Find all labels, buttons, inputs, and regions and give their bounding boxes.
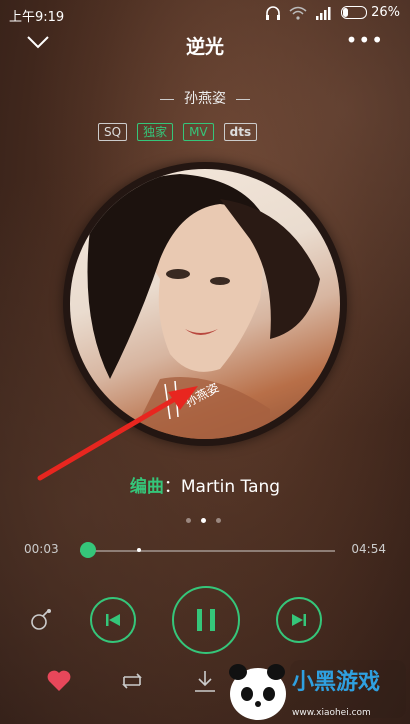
badge-dts: dts: [223, 123, 258, 141]
composer-label: 编曲: [129, 477, 164, 497]
current-time: 00:03: [24, 542, 59, 556]
status-bar: 上午9:19 26%: [0, 0, 410, 28]
badge-exclusive: 独家: [137, 123, 174, 141]
previous-icon: [106, 614, 120, 626]
artist-name-row[interactable]: 孙燕姿: [0, 88, 410, 108]
badge-sq: SQ: [98, 123, 128, 141]
page-dot: [186, 518, 191, 523]
heart-icon[interactable]: [46, 669, 72, 693]
buffer-marker: [137, 548, 141, 552]
dash-right: [236, 98, 250, 100]
header: 逆光 •••: [0, 28, 410, 64]
battery-percent: 26%: [371, 5, 400, 20]
download-icon[interactable]: [192, 669, 218, 695]
headphones-icon: [266, 5, 281, 20]
total-time: 04:54: [351, 542, 386, 556]
pause-icon: [197, 609, 215, 631]
album-art: 孙燕姿: [70, 169, 340, 439]
lyrics-line[interactable]: 编曲：Martin Tang: [0, 472, 410, 497]
page-dot-active: [201, 518, 206, 523]
status-time: 上午9:19: [9, 10, 65, 25]
next-icon: [292, 614, 306, 626]
badge-mv[interactable]: MV: [183, 123, 214, 141]
album-disc[interactable]: 孙燕姿: [63, 162, 347, 446]
battery: 26%: [341, 5, 400, 20]
pause-button[interactable]: [172, 586, 240, 654]
battery-icon: [341, 6, 368, 19]
quality-badges: SQ 独家 MV dts: [98, 123, 258, 141]
more-dots-icon[interactable]: •••: [346, 28, 384, 52]
previous-button[interactable]: [90, 597, 136, 643]
next-button[interactable]: [276, 597, 322, 643]
artist-name[interactable]: 孙燕姿: [184, 91, 226, 107]
page-dot: [216, 518, 221, 523]
album-art-illustration: 孙燕姿: [87, 174, 320, 439]
progress-track[interactable]: [80, 550, 335, 552]
play-mode-icon[interactable]: [30, 608, 52, 632]
page-indicator: [186, 518, 221, 523]
composer-separator: ：: [163, 477, 181, 497]
repeat-icon[interactable]: [118, 669, 146, 693]
watermark-text: 小黑游戏: [292, 670, 381, 695]
composer-name: Martin Tang: [180, 477, 281, 497]
watermark-url: www.xiaohei.com: [292, 708, 371, 718]
status-icons: 26%: [265, 5, 400, 20]
wifi-icon: [289, 6, 307, 20]
progress-thumb[interactable]: [79, 542, 96, 558]
dash-left: [160, 98, 174, 100]
signal-icon: [316, 6, 331, 20]
